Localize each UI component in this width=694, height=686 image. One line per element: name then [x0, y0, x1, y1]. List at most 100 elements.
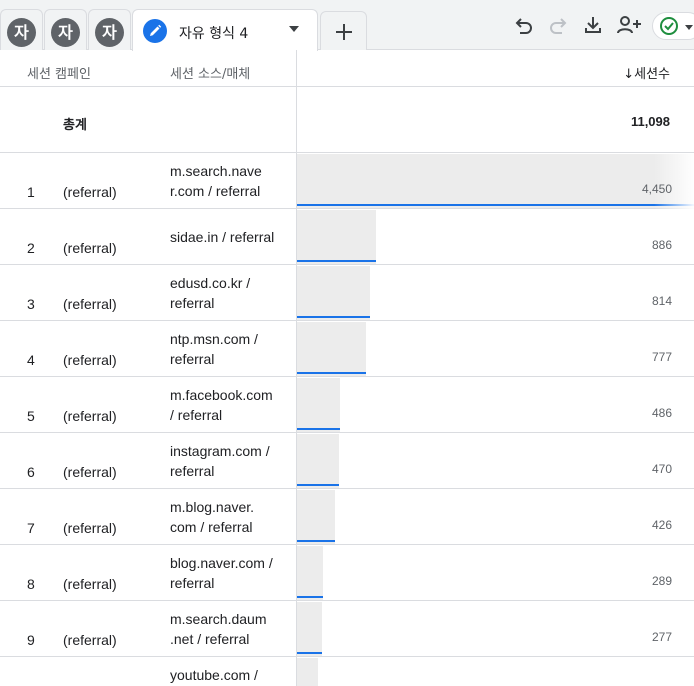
row-sessions-value: 277: [651, 630, 672, 644]
row-sessions-value: 470: [651, 462, 672, 476]
row-sessions-value: 426: [651, 518, 672, 532]
sort-desc-icon: ↓: [623, 67, 635, 82]
download-icon[interactable]: [582, 14, 604, 36]
row-index: 7: [27, 520, 35, 536]
tab-collapsed-2[interactable]: 자: [44, 9, 87, 50]
tab-collapsed-1[interactable]: 자: [0, 9, 43, 50]
plus-icon: [336, 24, 352, 40]
row-source-line: referral: [170, 295, 215, 311]
row-source-medium: instagram.com / referral: [170, 433, 288, 489]
row-source-line: instagram.com /: [170, 443, 270, 459]
table-row[interactable]: 7 (referral) m.blog.naver. com / referral 42…: [0, 489, 694, 545]
sessions-bar-accent: [297, 596, 323, 598]
row-source-medium: m.facebook.com / referral: [170, 377, 288, 433]
tab-bar: 자 자 자 자유 형식 4: [0, 0, 694, 51]
tab-collapsed-3[interactable]: 자: [88, 9, 131, 50]
row-source-medium: m.blog.naver. com / referral: [170, 489, 288, 545]
row-source-line: com / referral: [170, 519, 253, 535]
row-source-line: referral: [170, 351, 215, 367]
row-source-medium: ntp.msn.com / referral: [170, 321, 288, 377]
add-tab-button[interactable]: [320, 11, 367, 50]
row-campaign: (referral): [63, 408, 117, 424]
row-source-line: referral: [170, 463, 215, 479]
row-source-line: r.com / referral: [170, 183, 261, 199]
row-sessions-value: 486: [651, 406, 672, 420]
sessions-bar-accent: [297, 316, 370, 318]
row-source-medium: m.search.daum .net / referral: [170, 601, 288, 657]
column-divider: [296, 50, 297, 686]
row-sessions-value: 814: [651, 294, 672, 308]
total-label: 총계: [63, 118, 87, 133]
bar-fade-overlay: [654, 153, 694, 209]
sessions-bar-accent: [297, 204, 694, 206]
sessions-bar: [297, 490, 335, 544]
row-index: 2: [27, 240, 35, 256]
chevron-down-icon: [685, 25, 693, 30]
row-index: 5: [27, 408, 35, 424]
sessions-bar: [297, 210, 376, 264]
pencil-icon: [143, 19, 167, 43]
check-circle-icon: [660, 17, 678, 35]
row-source-line: .net / referral: [170, 631, 250, 647]
table-row[interactable]: 2 (referral) sidae.in / referral 886: [0, 209, 694, 265]
header-campaign[interactable]: 세션 캠페인: [27, 63, 91, 82]
sessions-bar: [297, 434, 339, 488]
sessions-bar: [297, 378, 340, 432]
row-sessions-value: 777: [651, 350, 672, 364]
row-source-line: youtube.com /: [170, 667, 258, 683]
sessions-bar-accent: [297, 652, 322, 654]
table-row[interactable]: 9 (referral) m.search.daum .net / referral 2…: [0, 601, 694, 657]
header-sessions[interactable]: ↓세션수: [623, 63, 670, 82]
sessions-bar-accent: [297, 428, 340, 430]
row-source-line: sidae.in / referral: [170, 229, 275, 245]
tab-active-freeform-4[interactable]: 자유 형식 4: [132, 9, 318, 51]
table-header: 세션 캠페인 세션 소스/매체 ↓세션수: [0, 50, 694, 87]
row-source-line: edusd.co.kr /: [170, 275, 251, 291]
table-row[interactable]: 4 (referral) ntp.msn.com / referral 777: [0, 321, 694, 377]
sessions-bar: [297, 266, 370, 320]
sessions-bar: [297, 546, 323, 600]
row-source-line: m.facebook.com: [170, 387, 273, 403]
header-source[interactable]: 세션 소스/매체: [170, 63, 250, 82]
row-index: 1: [27, 184, 35, 200]
row-index: 9: [27, 632, 35, 648]
tab-label: 자유 형식 4: [179, 26, 249, 42]
row-source-medium: edusd.co.kr / referral: [170, 265, 288, 321]
tab-dropdown-icon[interactable]: [289, 26, 299, 32]
table-row[interactable]: 10(referral)youtube.com /referral231: [0, 657, 694, 686]
row-campaign: (referral): [63, 520, 117, 536]
row-source-line: m.search.nave: [170, 163, 262, 179]
sessions-bar: [297, 322, 366, 376]
sessions-bar: [297, 154, 694, 208]
tab-avatar-2: 자: [51, 18, 80, 47]
undo-icon[interactable]: [512, 14, 534, 36]
sessions-bar: [297, 602, 322, 656]
row-campaign: (referral): [63, 632, 117, 648]
sessions-bar-accent: [297, 260, 376, 262]
row-sessions-value: 4,450: [641, 182, 672, 196]
table-row[interactable]: 5 (referral) m.facebook.com / referral 486: [0, 377, 694, 433]
row-source-line: / referral: [170, 407, 223, 423]
table-row[interactable]: 6 (referral) instagram.com / referral 470: [0, 433, 694, 489]
redo-icon[interactable]: [548, 14, 570, 36]
sessions-bar-accent: [297, 372, 366, 374]
table-row[interactable]: 3 (referral) edusd.co.kr / referral 814: [0, 265, 694, 321]
row-source-line: referral: [170, 575, 215, 591]
row-source-medium: m.search.nave r.com / referral: [170, 153, 288, 209]
tab-avatar-1: 자: [7, 18, 36, 47]
report-table: 세션 캠페인 세션 소스/매체 ↓세션수 총계 11,098 1 (referra…: [0, 50, 694, 686]
table-row[interactable]: 1 (referral) m.search.nave r.com / referral…: [0, 153, 694, 209]
sessions-bar: [297, 658, 318, 686]
sessions-bar-accent: [297, 484, 339, 486]
row-source-medium: youtube.com /referral: [170, 657, 288, 686]
row-campaign: (referral): [63, 576, 117, 592]
row-sessions-value: 289: [651, 574, 672, 588]
row-index: 6: [27, 464, 35, 480]
row-campaign: (referral): [63, 352, 117, 368]
row-campaign: (referral): [63, 296, 117, 312]
share-user-icon[interactable]: [616, 14, 642, 36]
header-sessions-label: 세션수: [634, 67, 670, 82]
table-row[interactable]: 8 (referral) blog.naver.com / referral 289: [0, 545, 694, 601]
row-index: 3: [27, 296, 35, 312]
status-check-button[interactable]: [652, 12, 694, 40]
